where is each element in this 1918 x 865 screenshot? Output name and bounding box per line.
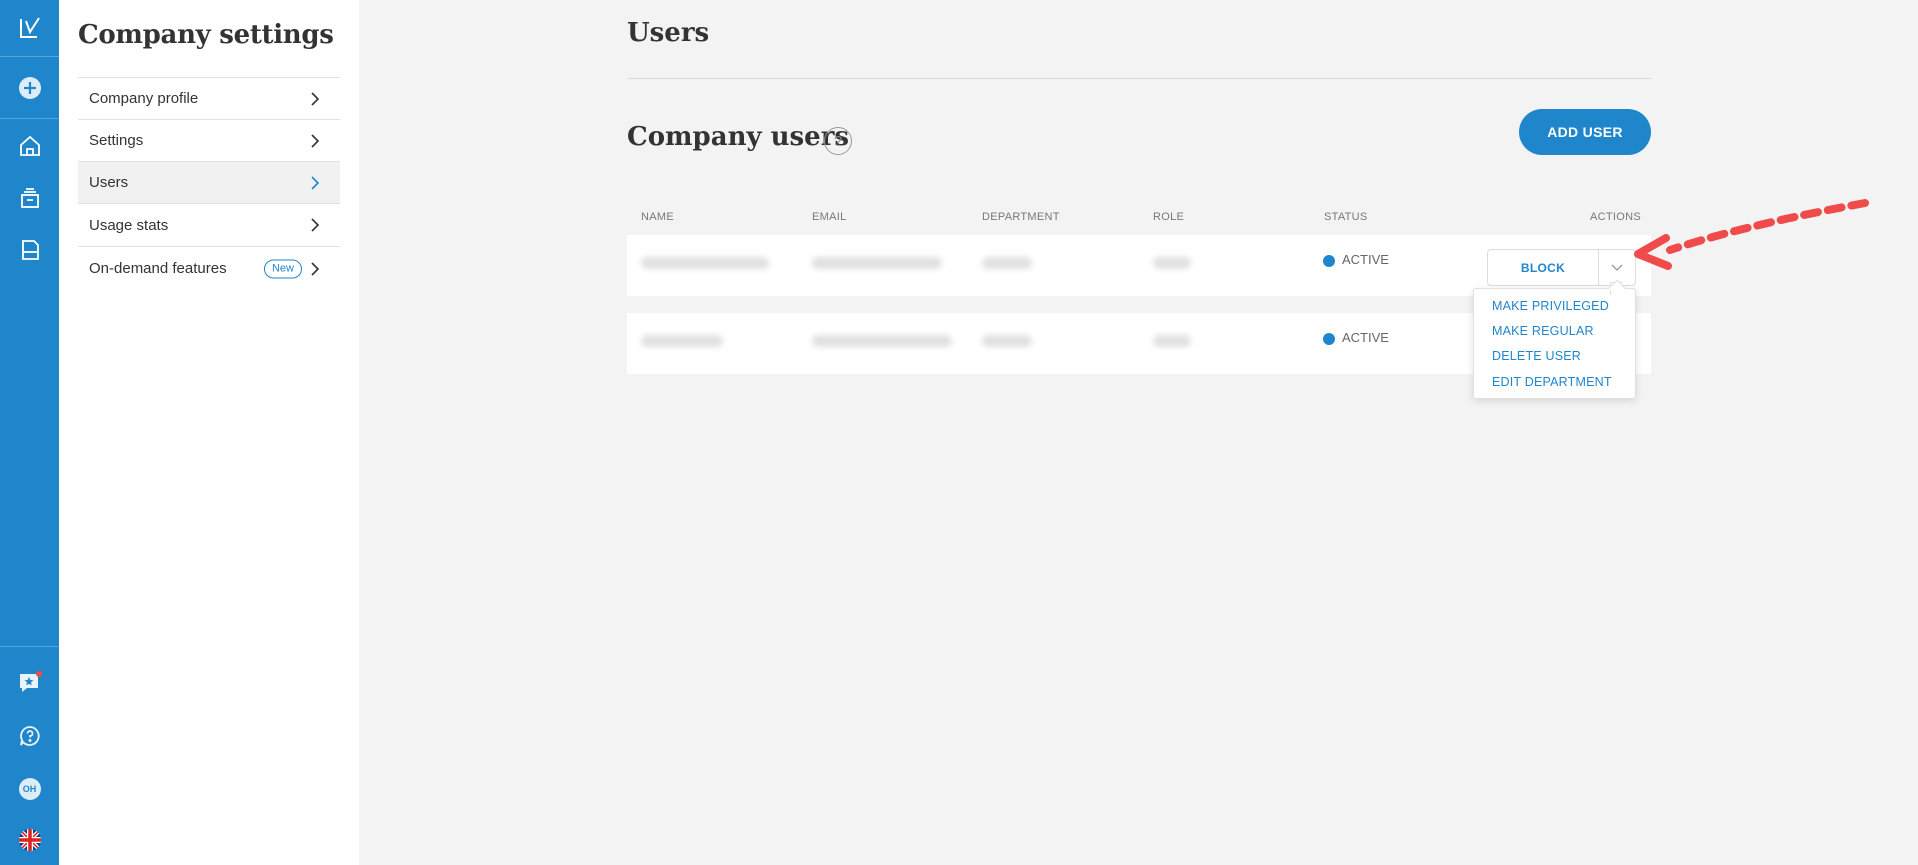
page-title: Users	[627, 18, 710, 48]
sidebar-item-users[interactable]: Users	[78, 161, 340, 203]
sidebar-item-label: Users	[89, 174, 129, 191]
user-department-redacted	[982, 257, 1032, 269]
sidebar-item-on-demand-features[interactable]: On-demand features New	[78, 246, 340, 290]
chevron-right-icon	[311, 261, 320, 276]
store-icon[interactable]	[0, 222, 59, 278]
status-badge: ACTIVE	[1323, 252, 1389, 267]
sidebar-item-label: Usage stats	[89, 216, 169, 234]
inbox-icon[interactable]	[0, 170, 59, 226]
chevron-right-icon	[311, 91, 320, 106]
help-tooltip-icon[interactable]: ?	[824, 127, 852, 155]
status-dot	[1323, 332, 1335, 345]
menu-item-make-regular[interactable]: MAKE REGULAR	[1492, 324, 1594, 338]
user-email-redacted	[812, 257, 942, 269]
feedback-icon[interactable]	[0, 655, 59, 711]
sidebar-item-label: Settings	[89, 132, 144, 149]
language-flag-icon[interactable]	[0, 814, 59, 865]
user-department-redacted	[982, 335, 1032, 347]
column-header-role: ROLE	[1153, 211, 1185, 223]
sidebar-title: Company settings	[78, 20, 334, 50]
status-text: ACTIVE	[1342, 330, 1389, 345]
help-icon[interactable]	[0, 708, 59, 764]
menu-item-make-privileged[interactable]: MAKE PRIVILEGED	[1492, 299, 1609, 313]
settings-nav: Company profile Settings Users Usage sta…	[78, 77, 340, 290]
app: OH Company settings Company profile Sett…	[0, 0, 1918, 865]
new-badge: New	[263, 259, 302, 278]
add-user-button[interactable]: ADD USER	[1519, 109, 1651, 155]
sidebar-item-usage-stats[interactable]: Usage stats	[78, 203, 340, 246]
user-role-redacted	[1153, 335, 1191, 347]
actions-dropdown-menu: MAKE PRIVILEGED MAKE REGULAR DELETE USER…	[1473, 279, 1636, 399]
menu-item-delete-user[interactable]: DELETE USER	[1492, 349, 1581, 363]
sidebar-item-company-profile[interactable]: Company profile	[78, 77, 340, 119]
add-icon[interactable]	[0, 60, 59, 116]
home-icon[interactable]	[0, 118, 59, 174]
column-header-name: NAME	[641, 211, 674, 223]
status-text: ACTIVE	[1342, 252, 1389, 267]
sidebar-item-label: On-demand features	[89, 260, 227, 277]
avatar-initials: OH	[18, 778, 41, 800]
sidebar-item-label: Company profile	[89, 90, 199, 107]
logo-icon[interactable]	[0, 0, 59, 56]
section-title: Company users	[627, 122, 850, 152]
user-name-redacted	[641, 257, 769, 269]
user-email-redacted	[812, 335, 952, 347]
status-badge: ACTIVE	[1323, 330, 1389, 345]
user-name-redacted	[641, 335, 723, 347]
icon-rail: OH	[0, 0, 59, 865]
sidebar-item-settings[interactable]: Settings	[78, 119, 340, 161]
status-dot	[1323, 254, 1335, 267]
chevron-right-icon	[311, 133, 320, 148]
user-role-redacted	[1153, 257, 1191, 269]
avatar[interactable]: OH	[0, 761, 59, 817]
block-button[interactable]: BLOCK	[1488, 250, 1599, 285]
dropdown-caret	[1608, 279, 1626, 297]
column-header-department: DEPARTMENT	[982, 211, 1060, 223]
annotation-arrow	[1634, 199, 1869, 270]
title-divider	[627, 78, 1651, 79]
block-split-button: BLOCK	[1487, 249, 1636, 286]
menu-item-edit-department[interactable]: EDIT DEPARTMENT	[1492, 375, 1612, 389]
column-header-status: STATUS	[1324, 211, 1368, 223]
column-header-email: EMAIL	[812, 211, 847, 223]
settings-sidebar: Company settings Company profile Setting…	[59, 0, 359, 865]
chevron-right-icon	[311, 175, 320, 190]
chevron-right-icon	[311, 218, 320, 232]
